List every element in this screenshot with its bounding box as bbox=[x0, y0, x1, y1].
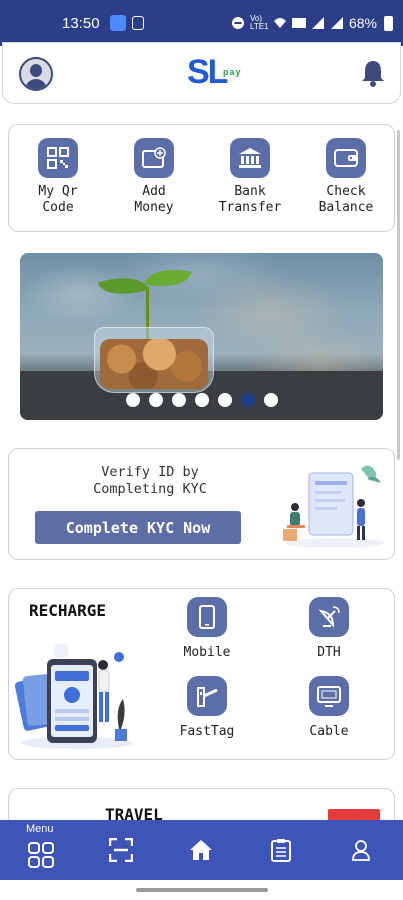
promo-banner-carousel[interactable] bbox=[20, 253, 383, 420]
scan-icon bbox=[109, 838, 133, 862]
bottom-navigation: Menu bbox=[0, 820, 403, 880]
wallet-add-icon bbox=[134, 138, 174, 178]
network-label: Vo) LTE1 bbox=[249, 14, 269, 31]
toll-gate-icon bbox=[187, 676, 227, 716]
recharge-cable[interactable]: Cable bbox=[289, 676, 369, 739]
app-logo: SL bbox=[187, 53, 228, 91]
satellite-dish-icon bbox=[309, 597, 349, 637]
nav-transactions[interactable] bbox=[260, 820, 302, 880]
hd-icon bbox=[291, 18, 306, 28]
kyc-text: Verify ID by Completing KYC bbox=[93, 464, 207, 497]
home-gesture-bar[interactable] bbox=[136, 888, 268, 892]
battery-percent: 68% bbox=[348, 15, 377, 31]
grid-menu-icon bbox=[28, 842, 54, 868]
wifi-icon bbox=[273, 18, 286, 28]
nav-menu[interactable] bbox=[20, 820, 62, 880]
bank-icon bbox=[230, 138, 270, 178]
recharge-title: RECHARGE bbox=[29, 601, 107, 620]
recharge-card: RECHARGE Mobile DTH FastTag Cable bbox=[8, 588, 395, 760]
messenger-notification-icon bbox=[109, 15, 126, 31]
nav-scan[interactable] bbox=[100, 820, 142, 880]
home-icon bbox=[190, 840, 212, 860]
gesture-area bbox=[0, 880, 403, 900]
carousel-dot-active[interactable] bbox=[240, 393, 255, 407]
wallet-icon bbox=[326, 138, 366, 178]
quick-action-label: My Qr Code bbox=[38, 184, 78, 215]
nav-profile[interactable] bbox=[340, 820, 382, 880]
quick-action-label: Bank Transfer bbox=[218, 184, 282, 215]
profile-icon bbox=[352, 840, 370, 861]
dnd-icon bbox=[231, 17, 244, 29]
quick-action-label: Add Money bbox=[134, 184, 174, 215]
signal-icon-2 bbox=[330, 17, 343, 29]
tv-icon bbox=[309, 676, 349, 716]
carousel-dot[interactable] bbox=[171, 393, 186, 407]
kyc-illustration bbox=[283, 465, 385, 548]
recharge-item-label: FastTag bbox=[179, 724, 235, 739]
recharge-item-label: DTH bbox=[317, 645, 341, 660]
recharge-illustration bbox=[15, 643, 133, 749]
carousel-dot[interactable] bbox=[148, 393, 163, 407]
complete-kyc-button[interactable]: Complete KYC Now bbox=[35, 511, 241, 544]
carousel-dot[interactable] bbox=[194, 393, 209, 407]
app-header: SL pay bbox=[2, 42, 401, 104]
mobile-icon bbox=[187, 597, 227, 637]
quick-action-my-qr-code[interactable]: My Qr Code bbox=[13, 138, 103, 216]
recharge-item-label: Cable bbox=[309, 724, 349, 739]
quick-action-add-money[interactable]: Add Money bbox=[109, 138, 199, 216]
shield-notification-icon bbox=[131, 16, 144, 30]
carousel-dot[interactable] bbox=[217, 393, 232, 407]
scrollbar[interactable] bbox=[397, 130, 400, 460]
carousel-dot[interactable] bbox=[263, 393, 278, 407]
nav-home[interactable] bbox=[180, 820, 222, 880]
recharge-fasttag[interactable]: FastTag bbox=[167, 676, 247, 739]
status-bar: 13:50 Vo) LTE1 68% bbox=[0, 0, 403, 46]
app-logo-sub: pay bbox=[223, 67, 242, 77]
carousel-dot[interactable] bbox=[125, 393, 140, 407]
quick-actions-card: My Qr Code Add Money Bank Transfer Check… bbox=[8, 124, 395, 232]
recharge-mobile[interactable]: Mobile bbox=[167, 597, 247, 660]
status-time: 13:50 bbox=[62, 14, 100, 32]
carousel-indicators bbox=[20, 393, 383, 407]
quick-action-label: Check Balance bbox=[318, 184, 374, 215]
kyc-card: Verify ID by Completing KYC Complete KYC… bbox=[8, 448, 395, 560]
user-avatar-icon[interactable] bbox=[19, 57, 53, 91]
quick-action-check-balance[interactable]: Check Balance bbox=[301, 138, 391, 216]
bell-icon[interactable] bbox=[360, 59, 386, 87]
signal-icon-1 bbox=[311, 17, 324, 29]
battery-icon bbox=[384, 15, 393, 31]
recharge-dth[interactable]: DTH bbox=[289, 597, 369, 660]
recharge-item-label: Mobile bbox=[183, 645, 231, 660]
clipboard-icon bbox=[271, 839, 291, 862]
qr-code-icon bbox=[38, 138, 78, 178]
quick-action-bank-transfer[interactable]: Bank Transfer bbox=[205, 138, 295, 216]
